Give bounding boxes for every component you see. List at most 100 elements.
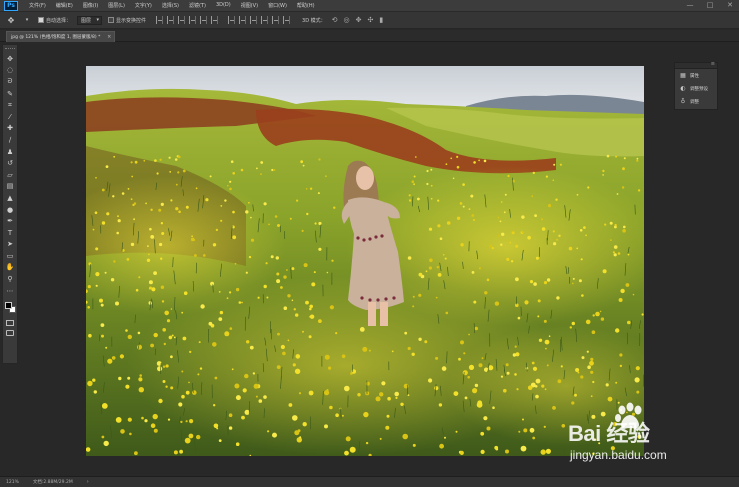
path-select-tool-icon[interactable]: ➤ bbox=[4, 239, 16, 251]
menu-item[interactable]: 编辑(E) bbox=[51, 2, 78, 9]
menu-item[interactable]: 文件(F) bbox=[24, 2, 51, 9]
align-right-icon[interactable] bbox=[211, 16, 219, 24]
menu-item[interactable]: 窗口(W) bbox=[263, 2, 292, 9]
status-menu-arrow[interactable]: › bbox=[87, 479, 89, 485]
healing-brush-tool-icon[interactable]: ✚ bbox=[4, 123, 16, 135]
menu-item[interactable]: 滤镜(T) bbox=[184, 2, 211, 9]
distribute-bottom-icon[interactable] bbox=[250, 16, 258, 24]
distribute-left-icon[interactable] bbox=[261, 16, 269, 24]
flower-dot bbox=[437, 199, 440, 202]
flower-dot bbox=[87, 285, 91, 289]
eraser-tool-icon[interactable]: ▱ bbox=[4, 169, 16, 181]
distribute-top-icon[interactable] bbox=[228, 16, 236, 24]
align-hcenter-icon[interactable] bbox=[200, 16, 208, 24]
move-tool-icon[interactable]: ✥ bbox=[6, 15, 16, 25]
shape-tool-icon[interactable]: ▭ bbox=[4, 250, 16, 262]
hand-tool-icon[interactable]: ✋ bbox=[4, 262, 16, 274]
auto-select-checkbox[interactable] bbox=[38, 17, 44, 23]
menu-item[interactable]: 文字(Y) bbox=[130, 2, 157, 9]
show-transform-checkbox[interactable] bbox=[108, 17, 115, 23]
align-bottom-icon[interactable] bbox=[178, 16, 186, 24]
move-tool-icon[interactable]: ✥ bbox=[4, 53, 16, 65]
align-vcenter-icon[interactable] bbox=[167, 16, 175, 24]
flower-dot bbox=[568, 246, 573, 251]
gradient-tool-icon[interactable]: ▤ bbox=[4, 181, 16, 193]
align-top-icon[interactable] bbox=[156, 16, 164, 24]
toolbar-grip[interactable] bbox=[5, 48, 15, 50]
zoom-tool-icon[interactable]: ⚲ bbox=[4, 273, 16, 285]
lasso-tool-icon[interactable]: ᘐ bbox=[4, 76, 16, 88]
brush-tool-icon[interactable]: ∕ bbox=[4, 134, 16, 146]
distribute-vcenter-icon[interactable] bbox=[239, 16, 247, 24]
close-button[interactable]: ✕ bbox=[725, 1, 735, 10]
flower-dot bbox=[224, 199, 227, 202]
flower-dot bbox=[613, 245, 618, 249]
flower-dot bbox=[456, 165, 460, 169]
tool-preset-dropdown[interactable]: ▾ bbox=[22, 15, 32, 25]
flower-dot bbox=[263, 395, 267, 399]
flower-dot bbox=[494, 301, 500, 306]
flower-dot bbox=[162, 328, 166, 332]
3d-slide-icon[interactable]: ✣ bbox=[368, 16, 374, 24]
3d-roll-icon[interactable]: ◎ bbox=[344, 16, 350, 24]
flower-dot bbox=[333, 206, 336, 209]
blur-tool-icon[interactable]: ▲ bbox=[4, 192, 16, 204]
document-tab[interactable]: jpg @ 121% (色相/饱和度 1, 图层蒙版/8) * × bbox=[6, 31, 116, 42]
color-swatches[interactable] bbox=[3, 300, 17, 316]
quick-mask-icon[interactable] bbox=[6, 320, 14, 327]
panel-item[interactable]: ♁ 调整 bbox=[675, 95, 717, 108]
menu-item[interactable]: 帮助(H) bbox=[292, 2, 320, 9]
watermark-brand: Bai 经验 bbox=[568, 421, 650, 446]
flower-dot bbox=[515, 303, 519, 307]
flower-dot bbox=[480, 431, 485, 436]
flower-dot bbox=[521, 215, 525, 219]
flower-dot bbox=[632, 293, 635, 296]
dodge-tool-icon[interactable]: ● bbox=[4, 204, 16, 216]
flower-dot bbox=[153, 271, 157, 275]
flower-dot bbox=[303, 263, 308, 268]
show-transform-option[interactable]: 显示变换控件 bbox=[108, 17, 146, 24]
close-tab-icon[interactable]: × bbox=[107, 34, 111, 40]
screen-mode-icon[interactable] bbox=[6, 330, 14, 337]
3d-mode-label: 3D 模式： bbox=[302, 17, 326, 24]
3d-scale-icon[interactable]: ▮ bbox=[379, 16, 383, 24]
document-canvas[interactable] bbox=[86, 66, 644, 456]
distribute-right-icon[interactable] bbox=[283, 16, 291, 24]
maximize-button[interactable]: □ bbox=[705, 1, 715, 10]
flower-dot bbox=[426, 169, 429, 173]
panel-header[interactable] bbox=[675, 61, 717, 69]
panel-item[interactable]: ◐ 调整预设 bbox=[675, 82, 717, 95]
history-brush-tool-icon[interactable]: ↺ bbox=[4, 157, 16, 169]
eyedropper-tool-icon[interactable]: ⁄ bbox=[4, 111, 16, 123]
menu-item[interactable]: 3D(D) bbox=[211, 2, 236, 9]
more-tools-icon[interactable]: ⋯ bbox=[4, 285, 16, 297]
distribute-hcenter-icon[interactable] bbox=[272, 16, 280, 24]
flower-dot bbox=[450, 157, 453, 160]
flower-dot bbox=[459, 450, 464, 455]
crop-tool-icon[interactable]: ⌗ bbox=[4, 99, 16, 111]
menu-item[interactable]: 图层(L) bbox=[103, 2, 130, 9]
flower-dot bbox=[576, 193, 579, 196]
clone-stamp-tool-icon[interactable]: ♟ bbox=[4, 146, 16, 158]
auto-select-option[interactable]: 自动选择： bbox=[38, 17, 71, 24]
panel-item[interactable]: ▦ 属性 bbox=[675, 69, 717, 82]
minimize-button[interactable]: — bbox=[685, 1, 695, 10]
auto-select-target-select[interactable]: 图层 bbox=[77, 15, 103, 25]
align-left-icon[interactable] bbox=[189, 16, 197, 24]
flower-dot bbox=[521, 231, 524, 233]
pen-tool-icon[interactable]: ✒ bbox=[4, 215, 16, 227]
flower-dot bbox=[591, 330, 596, 335]
flower-dot bbox=[590, 395, 593, 398]
type-tool-icon[interactable]: T bbox=[4, 227, 16, 239]
zoom-level[interactable]: 121% bbox=[6, 480, 19, 485]
menu-item[interactable]: 图像(I) bbox=[78, 2, 103, 9]
menu-item[interactable]: 选择(S) bbox=[157, 2, 184, 9]
3d-pan-icon[interactable]: ✥ bbox=[356, 16, 362, 24]
flower-dot bbox=[400, 402, 404, 406]
3d-rotate-icon[interactable]: ⟲ bbox=[332, 16, 338, 24]
flower-dot bbox=[535, 256, 539, 260]
quick-select-tool-icon[interactable]: ✎ bbox=[4, 88, 16, 100]
marquee-tool-icon[interactable]: ◌ bbox=[4, 65, 16, 77]
menu-item[interactable]: 视图(V) bbox=[236, 2, 263, 9]
foreground-color-swatch[interactable] bbox=[5, 302, 12, 310]
